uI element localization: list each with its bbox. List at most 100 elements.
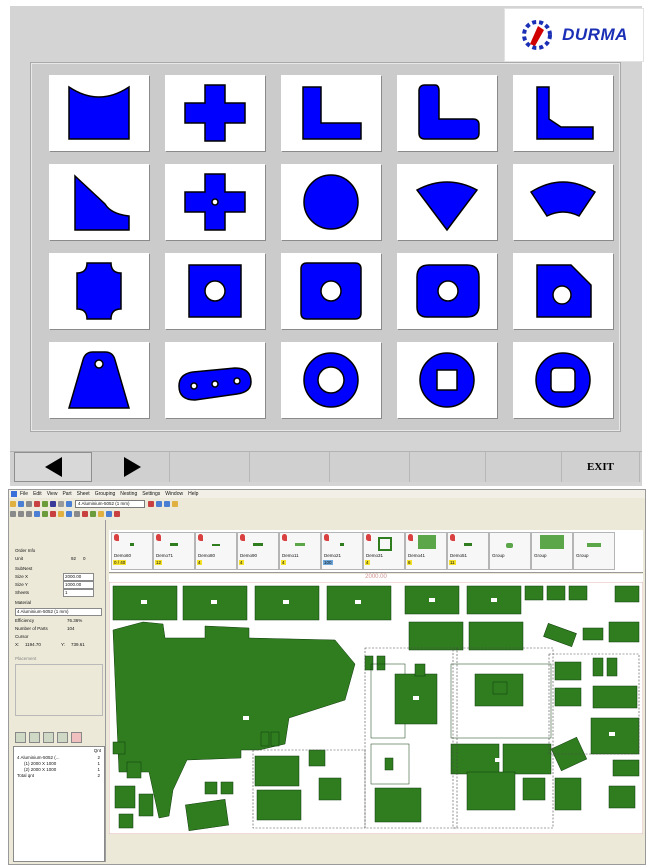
tool-icon[interactable] xyxy=(74,510,80,517)
part-thumbnail[interactable]: Demo80 4 xyxy=(195,532,237,570)
nesting-app-window: File Edit View Part Sheet Grouping Nesti… xyxy=(8,489,646,865)
part-name: Demo80 xyxy=(198,553,216,558)
parts-label: Number of Parts xyxy=(15,626,48,631)
tree-tool-icon[interactable] xyxy=(15,732,26,743)
shape-cross-with-hole[interactable] xyxy=(165,164,265,240)
menu-part[interactable]: Part xyxy=(62,491,71,497)
shape-rounded-rect-with-hole[interactable] xyxy=(397,253,497,329)
logo-text: DURMA xyxy=(562,25,628,44)
part-qty: 100 xyxy=(323,560,333,565)
group-name: Group xyxy=(576,553,589,558)
tool-icon[interactable] xyxy=(58,500,64,507)
menu-grouping[interactable]: Grouping xyxy=(95,491,116,497)
tool-icon[interactable] xyxy=(10,510,16,517)
exit-button[interactable]: EXIT xyxy=(562,452,640,482)
nest-icon[interactable] xyxy=(42,500,48,507)
open-icon[interactable] xyxy=(10,500,16,507)
part-qty: 4 xyxy=(239,560,244,565)
shape-arc-segment[interactable] xyxy=(513,164,613,240)
tree-tool-icon[interactable] xyxy=(71,732,82,743)
shape-ring-square-hole[interactable] xyxy=(397,342,497,418)
sheets-label: Sheets xyxy=(15,590,30,595)
tree-row[interactable]: (2) 2000 X 1000 xyxy=(24,767,56,772)
tool-icon[interactable] xyxy=(98,510,104,517)
tool-icon[interactable] xyxy=(172,500,178,507)
shape-trapezoid-with-hole[interactable] xyxy=(49,342,149,418)
sheets-field[interactable]: 1 xyxy=(63,589,94,597)
parts-value: 104 xyxy=(67,626,75,631)
size-x-field[interactable]: 2000.00 xyxy=(63,573,94,581)
forward-button[interactable] xyxy=(96,452,170,482)
shape-circle[interactable] xyxy=(281,164,381,240)
shape-triangle-concave[interactable] xyxy=(49,164,149,240)
shape-grid xyxy=(30,62,621,432)
group-thumbnail[interactable]: Group xyxy=(489,532,531,570)
menu-bar: File Edit View Part Sheet Grouping Nesti… xyxy=(9,490,645,498)
menu-window[interactable]: Window xyxy=(165,491,183,497)
tool-icon[interactable] xyxy=(66,510,72,517)
tool-icon[interactable] xyxy=(66,500,72,507)
zoom-in-icon[interactable] xyxy=(156,500,162,507)
shape-chamfered-square-with-hole[interactable] xyxy=(513,253,613,329)
shape-rounded-square-with-hole[interactable] xyxy=(281,253,381,329)
shape-cross[interactable] xyxy=(165,75,265,151)
menu-view[interactable]: View xyxy=(47,491,58,497)
shape-octagon-notched[interactable] xyxy=(49,253,149,329)
group-thumbnail[interactable]: Group xyxy=(573,532,615,570)
nesting-sheet-canvas[interactable]: 2000.00 xyxy=(109,574,643,834)
part-name: Demo31 xyxy=(366,553,384,558)
shape-l-shape-chamfer[interactable] xyxy=(513,75,613,151)
menu-help[interactable]: Help xyxy=(188,491,198,497)
shape-ring-rounded-square-hole[interactable] xyxy=(513,342,613,418)
tool-icon[interactable] xyxy=(114,510,120,517)
tool-icon[interactable] xyxy=(50,500,56,507)
part-thumbnail[interactable]: Demo60 0 / 40 xyxy=(111,532,153,570)
tree-toolbar xyxy=(15,732,82,743)
tree-tool-icon[interactable] xyxy=(29,732,40,743)
tool-icon[interactable] xyxy=(90,510,96,517)
shape-link-plate[interactable] xyxy=(165,342,265,418)
menu-edit[interactable]: Edit xyxy=(33,491,42,497)
menu-file[interactable]: File xyxy=(20,491,28,497)
part-thumbnail[interactable]: Demo21 100 xyxy=(321,532,363,570)
tool-icon[interactable] xyxy=(42,510,48,517)
tree-tool-icon[interactable] xyxy=(57,732,68,743)
material-combo[interactable]: 4 Aluminium-5052 (1 mm) xyxy=(75,499,145,508)
tree-qnt-header: Qnt xyxy=(93,748,101,753)
pin-icon xyxy=(408,534,413,541)
menu-nesting[interactable]: Nesting xyxy=(120,491,137,497)
tool-icon[interactable] xyxy=(106,510,112,517)
shape-ring[interactable] xyxy=(281,342,381,418)
tree-tool-icon[interactable] xyxy=(43,732,54,743)
menu-sheet[interactable]: Sheet xyxy=(77,491,90,497)
tool-icon[interactable] xyxy=(26,510,32,517)
back-button[interactable] xyxy=(14,452,92,482)
shape-square-with-hole[interactable] xyxy=(165,253,265,329)
zoom-icon[interactable] xyxy=(148,500,154,507)
shape-sector[interactable] xyxy=(397,164,497,240)
part-thumbnail[interactable]: Demo11 4 xyxy=(279,532,321,570)
part-thumbnail[interactable]: Demo41 6 xyxy=(405,532,447,570)
part-thumbnail[interactable]: Demo31 4 xyxy=(363,532,405,570)
shape-rect-concave-top[interactable] xyxy=(49,75,149,151)
tree-row[interactable]: (1) 2000 X 1000 xyxy=(24,761,56,766)
zoom-out-icon[interactable] xyxy=(164,500,170,507)
print-icon[interactable] xyxy=(26,500,32,507)
delete-icon[interactable] xyxy=(34,500,40,507)
tool-icon[interactable] xyxy=(18,510,24,517)
size-y-field[interactable]: 1000.00 xyxy=(63,581,94,589)
material-select[interactable]: 4 Aluminium-5052 (1 mm) xyxy=(15,608,102,616)
save-icon[interactable] xyxy=(18,500,24,507)
part-thumbnail[interactable]: Demo51 11 xyxy=(447,532,489,570)
part-thumbnail[interactable]: Demo71 12 xyxy=(153,532,195,570)
tool-icon[interactable] xyxy=(34,510,40,517)
shape-l-shape-rounded[interactable] xyxy=(397,75,497,151)
tool-icon[interactable] xyxy=(50,510,56,517)
tool-icon[interactable] xyxy=(58,510,64,517)
part-thumbnail[interactable]: Demo90 4 xyxy=(237,532,279,570)
menu-settings[interactable]: Settings xyxy=(142,491,160,497)
shape-l-shape[interactable] xyxy=(281,75,381,151)
tool-icon[interactable] xyxy=(82,510,88,517)
group-thumbnail[interactable]: Group xyxy=(531,532,573,570)
tree-row[interactable]: 4 Aluminium-5052 (... xyxy=(17,755,60,760)
